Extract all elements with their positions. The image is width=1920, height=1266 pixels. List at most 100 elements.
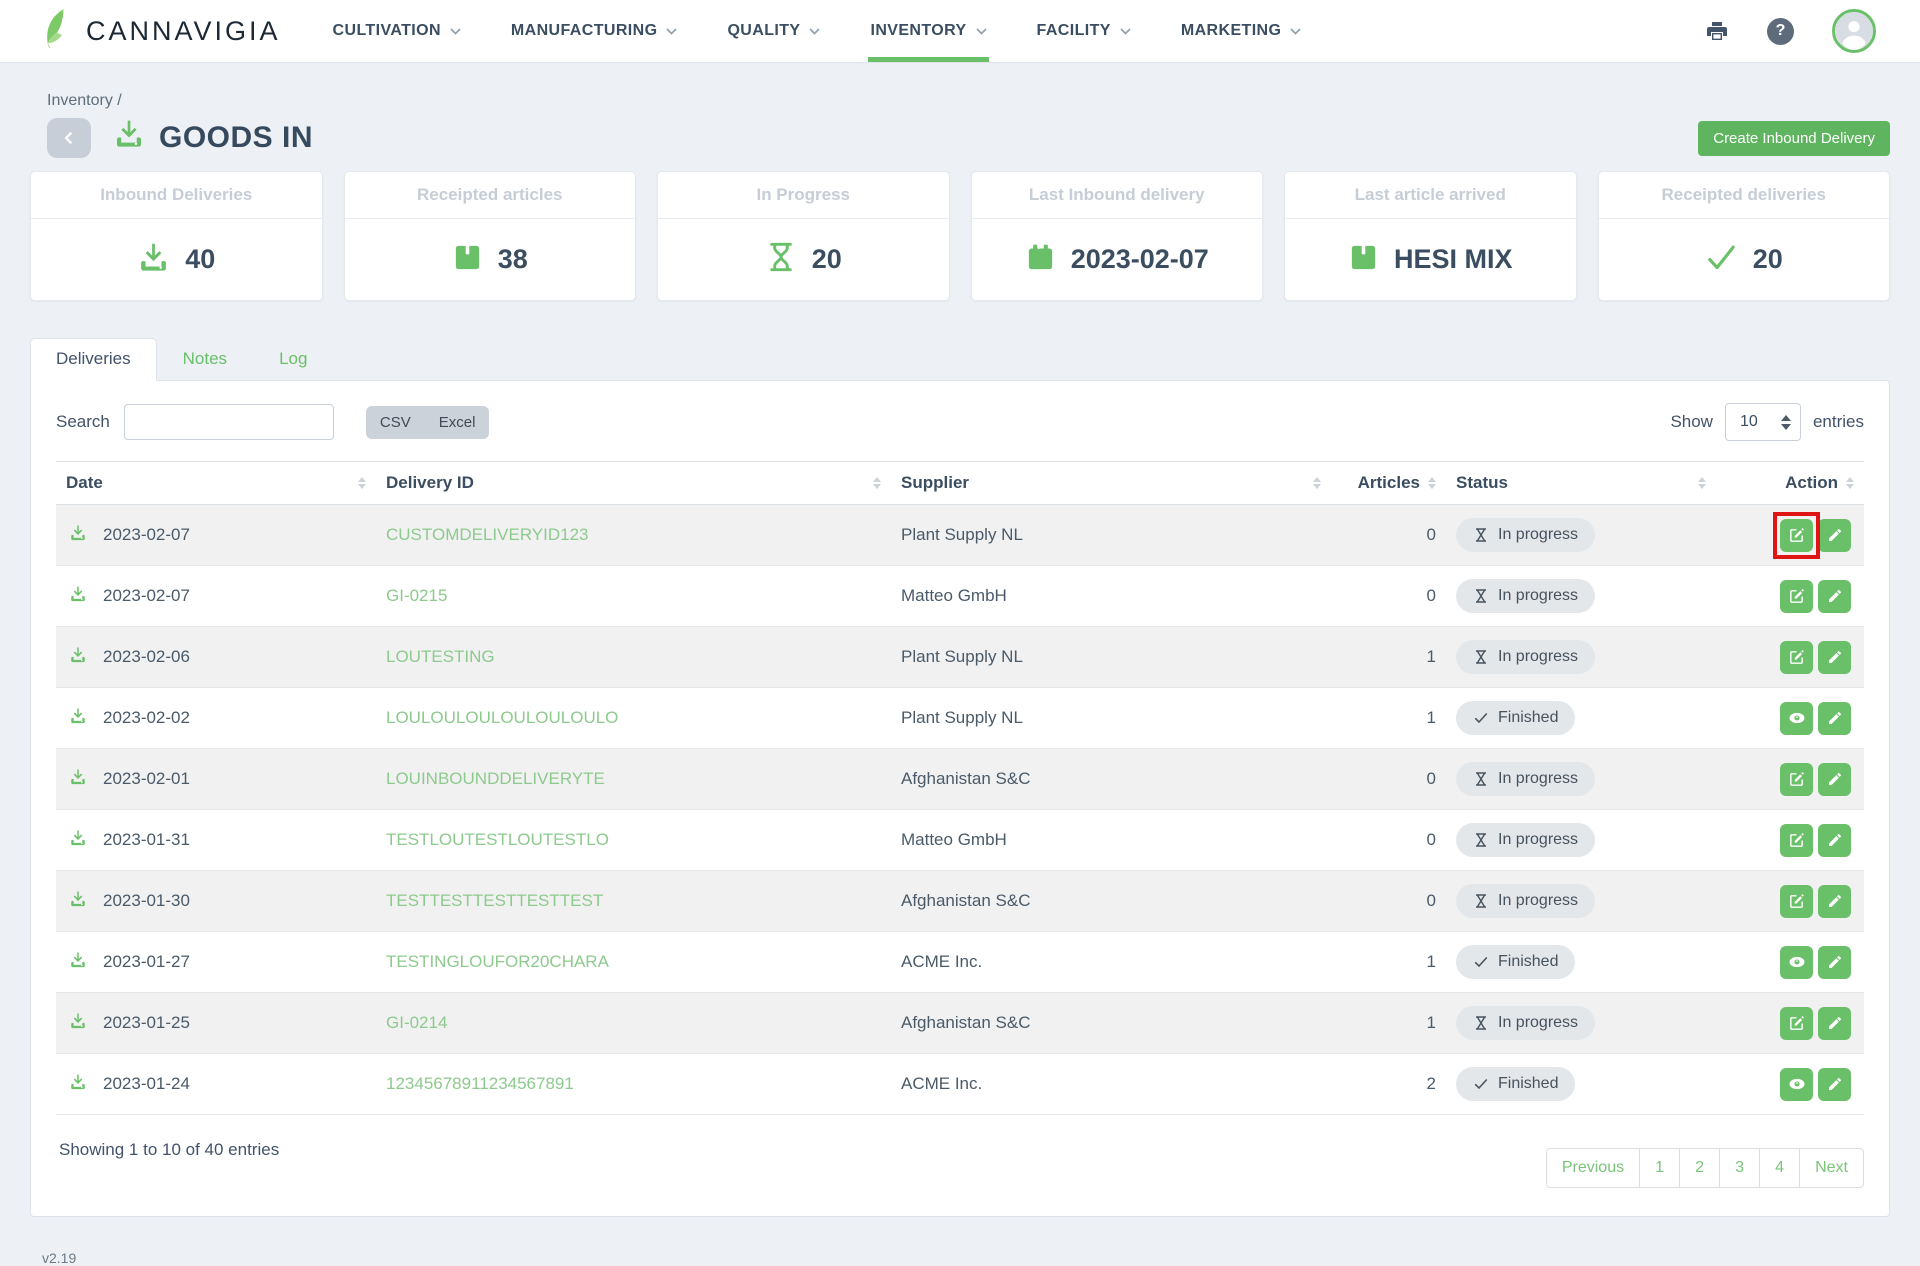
table-row: 2023-02-07 CUSTOMDELIVERYID123 Plant Sup… — [56, 505, 1864, 566]
panel-tabs: Deliveries Notes Log — [30, 338, 1890, 380]
delivery-id-link[interactable]: GI-0215 — [386, 586, 447, 606]
stat-value: HESI MIX — [1394, 244, 1513, 275]
print-icon[interactable] — [1705, 19, 1729, 43]
edit-pencil-button[interactable] — [1818, 1007, 1851, 1040]
edit-pencil-button[interactable] — [1818, 824, 1851, 857]
tab-deliveries[interactable]: Deliveries — [30, 338, 157, 381]
supplier-name: Afghanistan S&C — [891, 891, 1331, 911]
nav-item-marketing[interactable]: MARKETING — [1179, 0, 1303, 62]
sort-icon — [1428, 477, 1436, 489]
goods-in-row-icon — [69, 646, 87, 669]
pencil-icon — [1827, 527, 1843, 543]
top-navbar: CANNAVIGIA CULTIVATION MANUFACTURING QUA… — [0, 0, 1920, 62]
excel-export-button[interactable]: Excel — [425, 406, 490, 439]
delivery-id-link[interactable]: LOUINBOUNDDELIVERYTE — [386, 769, 605, 789]
nav-item-cultivation[interactable]: CULTIVATION — [331, 0, 463, 62]
back-button[interactable] — [47, 118, 91, 158]
edit-delivery-button[interactable] — [1780, 641, 1813, 674]
stat-label: In Progress — [658, 172, 949, 219]
csv-export-button[interactable]: CSV — [366, 406, 425, 439]
view-delivery-button[interactable] — [1780, 1068, 1813, 1101]
edit-pencil-button[interactable] — [1818, 885, 1851, 918]
delivery-id-link[interactable]: TESTTESTTESTTESTTEST — [386, 891, 603, 911]
brand-logo[interactable]: CANNAVIGIA — [40, 0, 281, 62]
breadcrumb[interactable]: Inventory / — [30, 62, 1890, 118]
column-header-date[interactable]: Date — [56, 473, 376, 493]
nav-item-manufacturing[interactable]: MANUFACTURING — [509, 0, 680, 62]
page-button-4[interactable]: 4 — [1760, 1148, 1800, 1188]
edit-pencil-button[interactable] — [1818, 519, 1851, 552]
column-header-action[interactable]: Action — [1716, 473, 1864, 493]
stat-card-receipted-deliveries: Receipted deliveries 20 — [1598, 171, 1891, 301]
edit-delivery-button[interactable] — [1780, 824, 1813, 857]
tab-log[interactable]: Log — [253, 338, 333, 380]
chevron-down-icon — [1290, 28, 1301, 35]
delivery-id-link[interactable]: TESTLOUTESTLOUTESTLO — [386, 830, 609, 850]
column-header-delivery-id[interactable]: Delivery ID — [376, 473, 891, 493]
delivery-date: 2023-01-25 — [103, 1013, 190, 1033]
edit-pencil-button[interactable] — [1818, 763, 1851, 796]
previous-page-button[interactable]: Previous — [1546, 1148, 1640, 1188]
tab-notes[interactable]: Notes — [157, 338, 253, 380]
delivery-id-link[interactable]: 12345678911234567891 — [386, 1074, 574, 1094]
edit-delivery-button[interactable] — [1780, 1007, 1813, 1040]
edit-square-icon — [1788, 832, 1805, 849]
pencil-icon — [1827, 832, 1843, 848]
hourglass-icon — [1473, 649, 1489, 665]
edit-delivery-button[interactable] — [1780, 519, 1813, 552]
delivery-id-link[interactable]: LOUTESTING — [386, 647, 495, 667]
create-inbound-delivery-button[interactable]: Create Inbound Delivery — [1698, 121, 1890, 156]
delivery-id-link[interactable]: TESTINGLOUFOR20CHARA — [386, 952, 609, 972]
avatar[interactable] — [1832, 9, 1876, 53]
edit-pencil-button[interactable] — [1818, 641, 1851, 674]
check-icon — [1473, 710, 1489, 726]
goods-in-row-icon — [69, 585, 87, 608]
next-page-button[interactable]: Next — [1800, 1148, 1864, 1188]
edit-delivery-button[interactable] — [1780, 885, 1813, 918]
page-button-2[interactable]: 2 — [1680, 1148, 1720, 1188]
page-button-1[interactable]: 1 — [1640, 1148, 1680, 1188]
page-button-3[interactable]: 3 — [1720, 1148, 1760, 1188]
app-version: v2.19 — [30, 1217, 1890, 1266]
package-box-icon — [1348, 242, 1379, 278]
stat-card-inbound-deliveries: Inbound Deliveries 40 — [30, 171, 323, 301]
stat-card-receipted-articles: Receipted articles 38 — [344, 171, 637, 301]
delivery-id-link[interactable]: CUSTOMDELIVERYID123 — [386, 525, 589, 545]
edit-pencil-button[interactable] — [1818, 580, 1851, 613]
nav-item-facility[interactable]: FACILITY — [1035, 0, 1133, 62]
edit-square-icon — [1788, 893, 1805, 910]
goods-in-row-icon — [69, 890, 87, 913]
sort-icon — [1303, 477, 1321, 489]
goods-in-row-icon — [69, 951, 87, 974]
entries-summary: Showing 1 to 10 of 40 entries — [56, 1140, 279, 1160]
column-header-status[interactable]: Status — [1446, 473, 1716, 493]
edit-square-icon — [1788, 649, 1805, 666]
edit-delivery-button[interactable] — [1780, 763, 1813, 796]
chevron-down-icon — [666, 28, 677, 35]
column-header-articles[interactable]: Articles — [1331, 473, 1446, 493]
page-size-select[interactable]: 10 — [1725, 403, 1801, 441]
help-icon[interactable]: ? — [1767, 18, 1794, 45]
edit-pencil-button[interactable] — [1818, 702, 1851, 735]
stat-value: 20 — [1753, 244, 1783, 275]
stat-label: Receipted articles — [345, 172, 636, 219]
view-delivery-button[interactable] — [1780, 946, 1813, 979]
edit-pencil-button[interactable] — [1818, 946, 1851, 979]
delivery-id-link[interactable]: GI-0214 — [386, 1013, 447, 1033]
export-buttons: CSV Excel — [366, 406, 490, 439]
delivery-id-link[interactable]: LOULOULOULOULOULOULO — [386, 708, 618, 728]
nav-item-quality[interactable]: QUALITY — [725, 0, 822, 62]
edit-pencil-button[interactable] — [1818, 1068, 1851, 1101]
edit-delivery-button[interactable] — [1780, 580, 1813, 613]
view-delivery-button[interactable] — [1780, 702, 1813, 735]
goods-in-icon — [113, 118, 145, 158]
stat-value: 40 — [185, 244, 215, 275]
nav-item-inventory[interactable]: INVENTORY — [868, 0, 988, 62]
column-header-supplier[interactable]: Supplier — [891, 473, 1331, 493]
search-input[interactable] — [124, 404, 334, 440]
stat-label: Last article arrived — [1285, 172, 1576, 219]
stats-row: Inbound Deliveries 40 Receipted articles — [30, 171, 1890, 301]
stat-card-in-progress: In Progress 20 — [657, 171, 950, 301]
show-label: Show — [1670, 412, 1713, 432]
check-icon — [1473, 954, 1489, 970]
